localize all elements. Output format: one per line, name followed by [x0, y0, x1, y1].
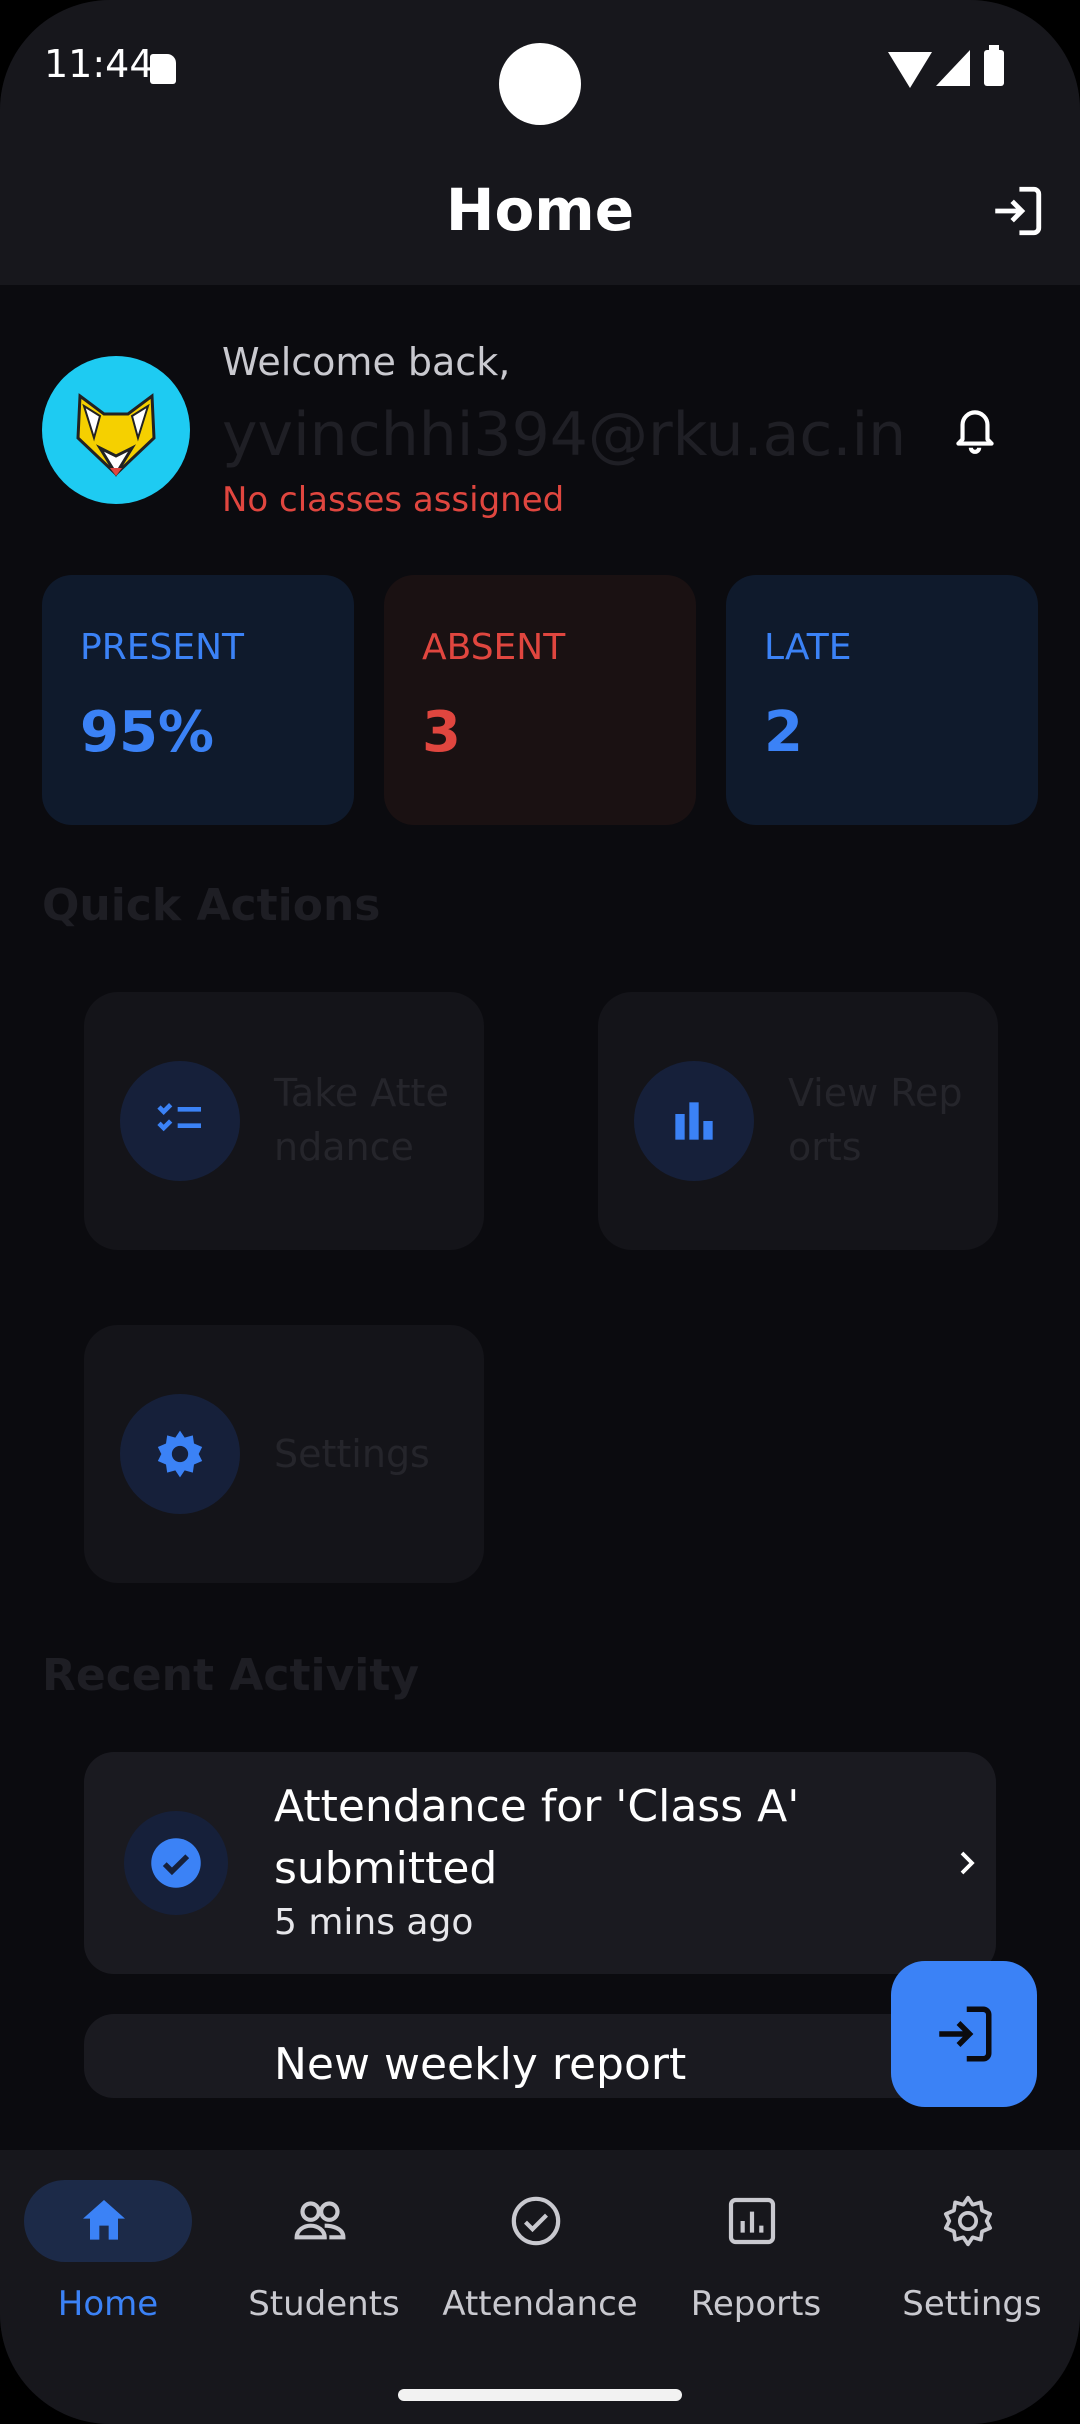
login-fab-button[interactable] — [891, 1961, 1037, 2107]
no-classes-notice: No classes assigned — [222, 480, 565, 520]
nav-item-reports[interactable]: Reports — [648, 2180, 864, 2360]
settings-action-button[interactable]: Settings — [84, 1325, 484, 1583]
bar-chart-icon — [675, 1102, 713, 1140]
recent-activity-title: Recent Activity — [42, 1650, 420, 1701]
qa-label: Settings — [274, 1432, 430, 1476]
sd-card-icon — [150, 54, 176, 84]
nav-item-attendance[interactable]: Attendance — [432, 2180, 648, 2360]
nav-label: Students — [248, 2284, 400, 2324]
avatar[interactable] — [42, 356, 190, 504]
wifi-icon — [888, 52, 932, 88]
app-screen: 11:44 Home Welcome back, yvinchhi394@rku… — [0, 0, 1080, 2424]
logout-icon[interactable] — [988, 182, 1046, 240]
battery-icon — [984, 45, 1004, 86]
activity-title: New weekly report — [274, 2039, 687, 2090]
activity-icon-wrap — [124, 1811, 228, 1915]
checklist-icon — [157, 1103, 201, 1132]
status-time: 11:44 — [44, 42, 154, 86]
gear-icon — [943, 2195, 993, 2247]
activity-time: 5 mins ago — [274, 1902, 474, 1943]
login-icon — [939, 2006, 992, 2062]
people-icon — [294, 2201, 346, 2240]
status-bar: 11:44 — [0, 0, 1080, 140]
gear-icon — [157, 1430, 203, 1478]
nav-label: Reports — [690, 2284, 822, 2324]
quick-actions-title: Quick Actions — [42, 880, 381, 931]
chevron-right-icon — [960, 1851, 975, 1875]
activity-item[interactable]: Attendance for 'Class A' submitted 5 min… — [84, 1752, 996, 1974]
home-icon — [83, 2200, 125, 2240]
stat-card-absent: ABSENT 3 — [384, 575, 696, 825]
qa-icon-wrap — [120, 1061, 240, 1181]
check-badge-icon — [151, 1838, 201, 1888]
stat-value: 95% — [80, 700, 215, 765]
bell-icon[interactable] — [950, 402, 1000, 456]
fox-logo-icon — [76, 393, 156, 477]
nav-label: Attendance — [442, 2284, 638, 2324]
stat-value: 2 — [764, 700, 803, 765]
stat-label: PRESENT — [80, 627, 244, 668]
nav-item-settings[interactable]: Settings — [864, 2180, 1080, 2360]
qa-icon-wrap — [120, 1394, 240, 1514]
stat-label: LATE — [764, 627, 852, 668]
activity-title: Attendance for 'Class A' submitted — [274, 1781, 800, 1894]
camera-cutout — [499, 43, 581, 125]
qa-label: Take Attendance — [274, 1071, 449, 1169]
page-title: Home — [445, 176, 635, 244]
take-attendance-button[interactable]: Take Attendance — [84, 992, 484, 1250]
nav-item-home[interactable]: Home — [0, 2180, 216, 2360]
check-circle-icon — [511, 2196, 561, 2246]
welcome-text: Welcome back, — [222, 340, 511, 384]
signal-icon — [936, 50, 970, 86]
view-reports-button[interactable]: View Reports — [598, 992, 998, 1250]
report-icon — [728, 2197, 776, 2245]
bottom-navigation: Home Students Attendance Reports Setting… — [0, 2150, 1080, 2424]
qa-label: View Reports — [788, 1071, 963, 1169]
stat-value: 3 — [422, 700, 461, 765]
nav-label: Settings — [902, 2284, 1042, 2324]
qa-icon-wrap — [634, 1061, 754, 1181]
gesture-home-bar[interactable] — [398, 2389, 682, 2401]
stat-card-late: LATE 2 — [726, 575, 1038, 825]
stat-label: ABSENT — [422, 627, 566, 668]
nav-item-students[interactable]: Students — [216, 2180, 432, 2360]
activity-item[interactable]: New weekly report — [84, 2014, 996, 2098]
user-email: yvinchhi394@rku.ac.in — [222, 400, 907, 470]
stat-card-present: PRESENT 95% — [42, 575, 354, 825]
app-bar: Home — [0, 140, 1080, 285]
nav-label: Home — [57, 2284, 159, 2324]
